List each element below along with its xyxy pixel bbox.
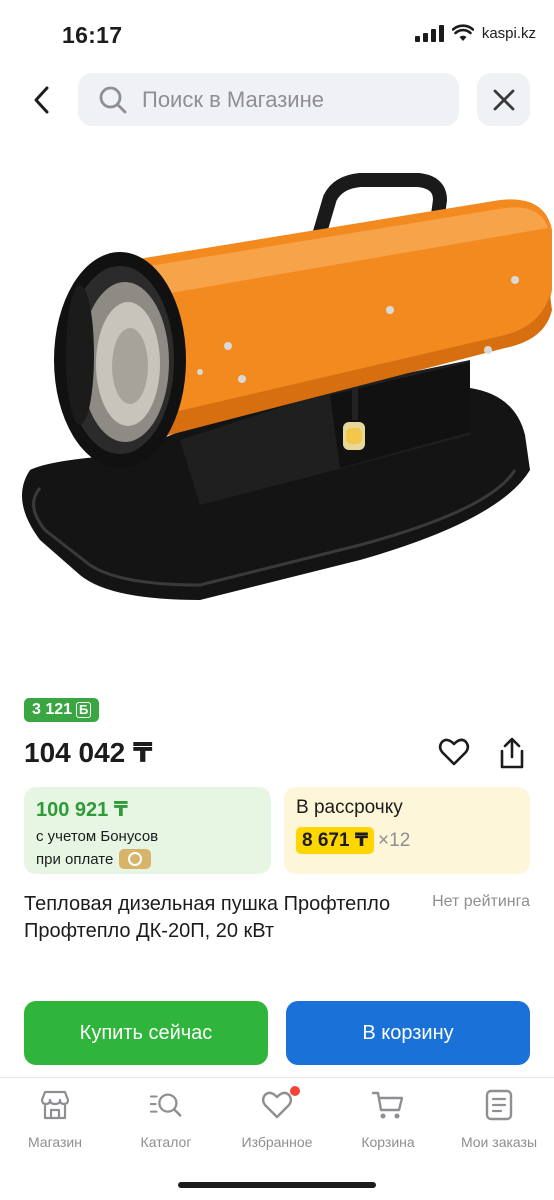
- kaspi-gold-icon: [119, 849, 152, 869]
- nav-label-store: Магазин: [27, 1134, 82, 1150]
- search-icon: [99, 86, 127, 113]
- notification-dot: [290, 1086, 300, 1096]
- product-image[interactable]: [0, 140, 554, 680]
- share-icon: [500, 737, 524, 769]
- home-indicator[interactable]: [178, 1182, 376, 1188]
- nav-item-cart[interactable]: Корзина: [333, 1088, 443, 1150]
- bonus-badge: 3 121 Б: [24, 698, 100, 722]
- nav-item-favorites[interactable]: Избранное: [222, 1086, 332, 1150]
- bonus-price: 100 921 ₸: [36, 799, 128, 821]
- heart-icon: [438, 738, 470, 766]
- installment-row: 8 671 ₸ ×12: [296, 827, 518, 854]
- product-rating[interactable]: Нет рейтинга: [432, 893, 530, 911]
- bonus-payment-note: при оплате: [36, 849, 259, 869]
- installment-card[interactable]: В рассрочку 8 671 ₸ ×12: [284, 787, 530, 874]
- wifi-icon: [451, 24, 474, 41]
- bonus-note: с учетом Бонусов: [36, 828, 159, 845]
- nav-item-catalog[interactable]: Каталог: [111, 1088, 221, 1150]
- installment-label: В рассрочку: [296, 797, 403, 818]
- bonus-price-card[interactable]: 100 921 ₸ с учетом Бонусов при оплате: [24, 787, 271, 874]
- orders-icon: [482, 1088, 516, 1122]
- installment-monthly: 8 671 ₸: [296, 827, 375, 854]
- product-title: Тепловая дизельная пушка Профтепло Профт…: [24, 893, 391, 942]
- store-icon: [38, 1088, 72, 1122]
- status-bar: 16:17 kaspi.kz: [0, 0, 554, 70]
- nav-label-cart: Корзина: [361, 1134, 415, 1150]
- chevron-left-icon: [34, 86, 49, 114]
- status-domain: kaspi.kz: [481, 24, 536, 42]
- buy-now-button[interactable]: Купить сейчас: [24, 1001, 268, 1065]
- catalog-search-icon: [149, 1088, 183, 1122]
- cellular-signal-icon: [414, 24, 444, 42]
- bonus-payment-label: при оплате: [36, 850, 114, 868]
- heart-icon: [260, 1086, 300, 1122]
- add-to-cart-button[interactable]: В корзину: [286, 1001, 530, 1065]
- back-button[interactable]: [24, 80, 60, 120]
- cart-icon: [371, 1088, 405, 1122]
- status-icons: kaspi.kz: [414, 24, 536, 42]
- nav-item-store[interactable]: Магазин: [0, 1088, 110, 1150]
- nav-label-catalog: Каталог: [140, 1134, 192, 1150]
- share-button[interactable]: [494, 734, 530, 772]
- bonus-badge-amount: 3 121: [32, 701, 73, 718]
- status-time: 16:17: [62, 22, 123, 48]
- search-header: [0, 70, 554, 130]
- bonus-symbol-icon: Б: [76, 702, 92, 718]
- nav-label-orders: Мои заказы: [460, 1134, 538, 1150]
- search-bar[interactable]: [78, 73, 459, 126]
- favorite-button[interactable]: [436, 734, 472, 770]
- installment-months: ×12: [378, 829, 411, 851]
- close-icon: [493, 89, 514, 110]
- search-input[interactable]: [142, 86, 442, 113]
- nav-item-orders[interactable]: Мои заказы: [444, 1088, 554, 1150]
- close-button[interactable]: [477, 73, 530, 126]
- product-price: 104 042 ₸: [24, 737, 153, 768]
- nav-label-favorites: Избранное: [241, 1134, 313, 1150]
